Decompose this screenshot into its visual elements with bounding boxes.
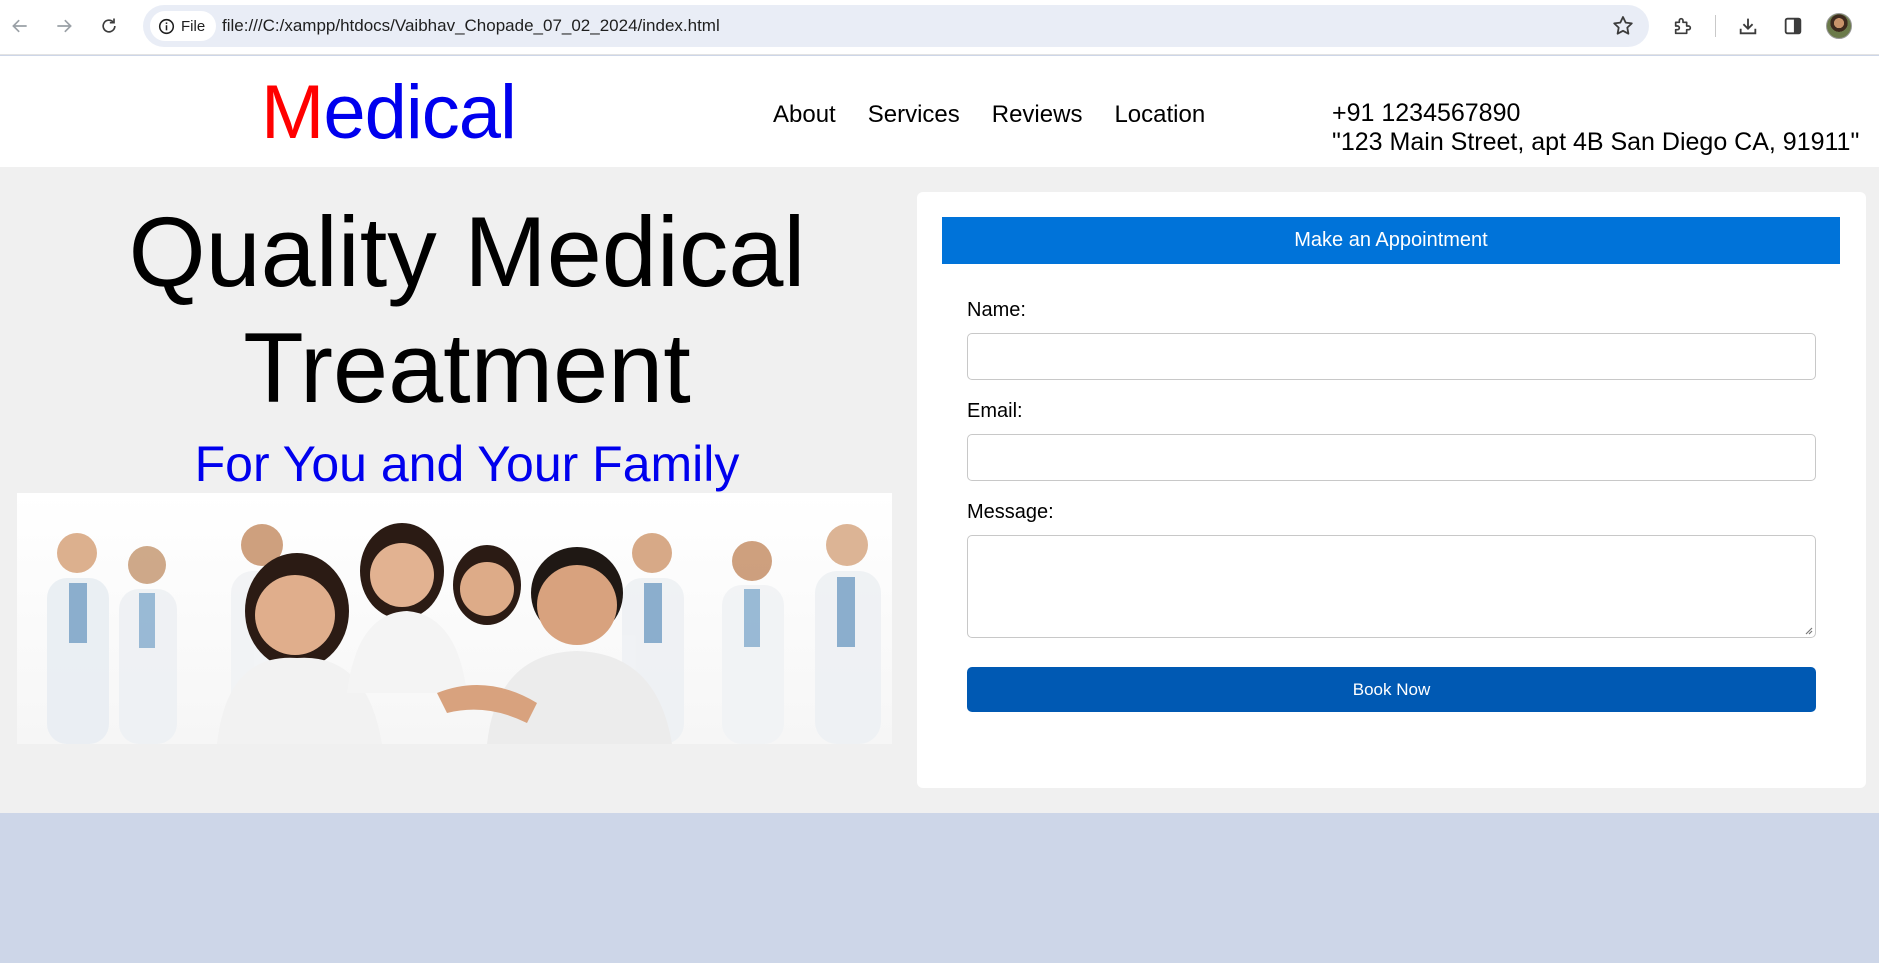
hero-section: Quality Medical Treatment For You and Yo… bbox=[0, 167, 1879, 813]
phone-number: +91 1234567890 bbox=[1332, 99, 1521, 127]
side-panel-button[interactable] bbox=[1780, 13, 1806, 39]
address: "123 Main Street, apt 4B San Diego CA, 9… bbox=[1332, 128, 1860, 156]
logo-rest: edical bbox=[323, 70, 517, 155]
hero-title-line1: Quality Medical bbox=[128, 196, 806, 307]
site-logo[interactable]: Medical bbox=[261, 70, 517, 155]
main-nav: About Services Reviews Location bbox=[773, 101, 1205, 129]
info-icon bbox=[158, 18, 175, 34]
site-header: Medical About Services Reviews Location … bbox=[0, 56, 1879, 167]
book-now-button[interactable]: Book Now bbox=[967, 667, 1816, 712]
arrow-left-icon bbox=[12, 19, 27, 33]
family-doctors-image bbox=[17, 493, 892, 744]
url-text[interactable]: file:///C:/xampp/htdocs/Vaibhav_Chopade_… bbox=[222, 16, 720, 36]
back-button[interactable] bbox=[6, 12, 34, 40]
address-bar[interactable]: File file:///C:/xampp/htdocs/Vaibhav_Cho… bbox=[143, 5, 1649, 47]
profile-avatar[interactable] bbox=[1826, 13, 1852, 39]
nav-services[interactable]: Services bbox=[868, 101, 960, 129]
nav-location[interactable]: Location bbox=[1114, 101, 1205, 129]
page-footer-area bbox=[0, 813, 1879, 963]
message-label: Message: bbox=[967, 501, 1054, 523]
reload-icon bbox=[102, 18, 116, 33]
reload-button[interactable] bbox=[95, 12, 123, 40]
extensions-button[interactable] bbox=[1670, 13, 1696, 39]
toolbar-divider bbox=[1715, 15, 1716, 37]
chip-label: File bbox=[181, 17, 206, 35]
name-input[interactable] bbox=[967, 333, 1816, 380]
puzzle-icon bbox=[1674, 17, 1692, 35]
contact-info: +91 1234567890 "123 Main Street, apt 4B … bbox=[1332, 99, 1859, 157]
family-doctors-illustration bbox=[47, 523, 881, 744]
nav-reviews[interactable]: Reviews bbox=[992, 101, 1083, 129]
logo-first-letter: M bbox=[261, 70, 324, 155]
resize-grip-icon[interactable] bbox=[1803, 625, 1813, 635]
browser-toolbar: File file:///C:/xampp/htdocs/Vaibhav_Cho… bbox=[0, 0, 1879, 55]
appointment-panel: Make an Appointment Name: Email: Message… bbox=[917, 192, 1866, 788]
bookmark-star-icon[interactable] bbox=[1611, 14, 1635, 38]
forward-button[interactable] bbox=[50, 12, 78, 40]
nav-about[interactable]: About bbox=[773, 101, 836, 129]
site-info-chip[interactable]: File bbox=[150, 11, 217, 41]
name-label: Name: bbox=[967, 299, 1026, 321]
hero-title: Quality Medical Treatment bbox=[18, 194, 916, 426]
email-input[interactable] bbox=[967, 434, 1816, 481]
side-panel-icon bbox=[1784, 17, 1802, 35]
hero-title-line2: Treatment bbox=[243, 312, 691, 423]
downloads-button[interactable] bbox=[1735, 13, 1761, 39]
hero-subtitle: For You and Your Family bbox=[194, 436, 740, 492]
appointment-heading: Make an Appointment bbox=[942, 217, 1840, 264]
email-label: Email: bbox=[967, 400, 1023, 422]
download-icon bbox=[1739, 18, 1757, 35]
arrow-right-icon bbox=[57, 19, 72, 33]
message-textarea[interactable] bbox=[967, 535, 1816, 638]
